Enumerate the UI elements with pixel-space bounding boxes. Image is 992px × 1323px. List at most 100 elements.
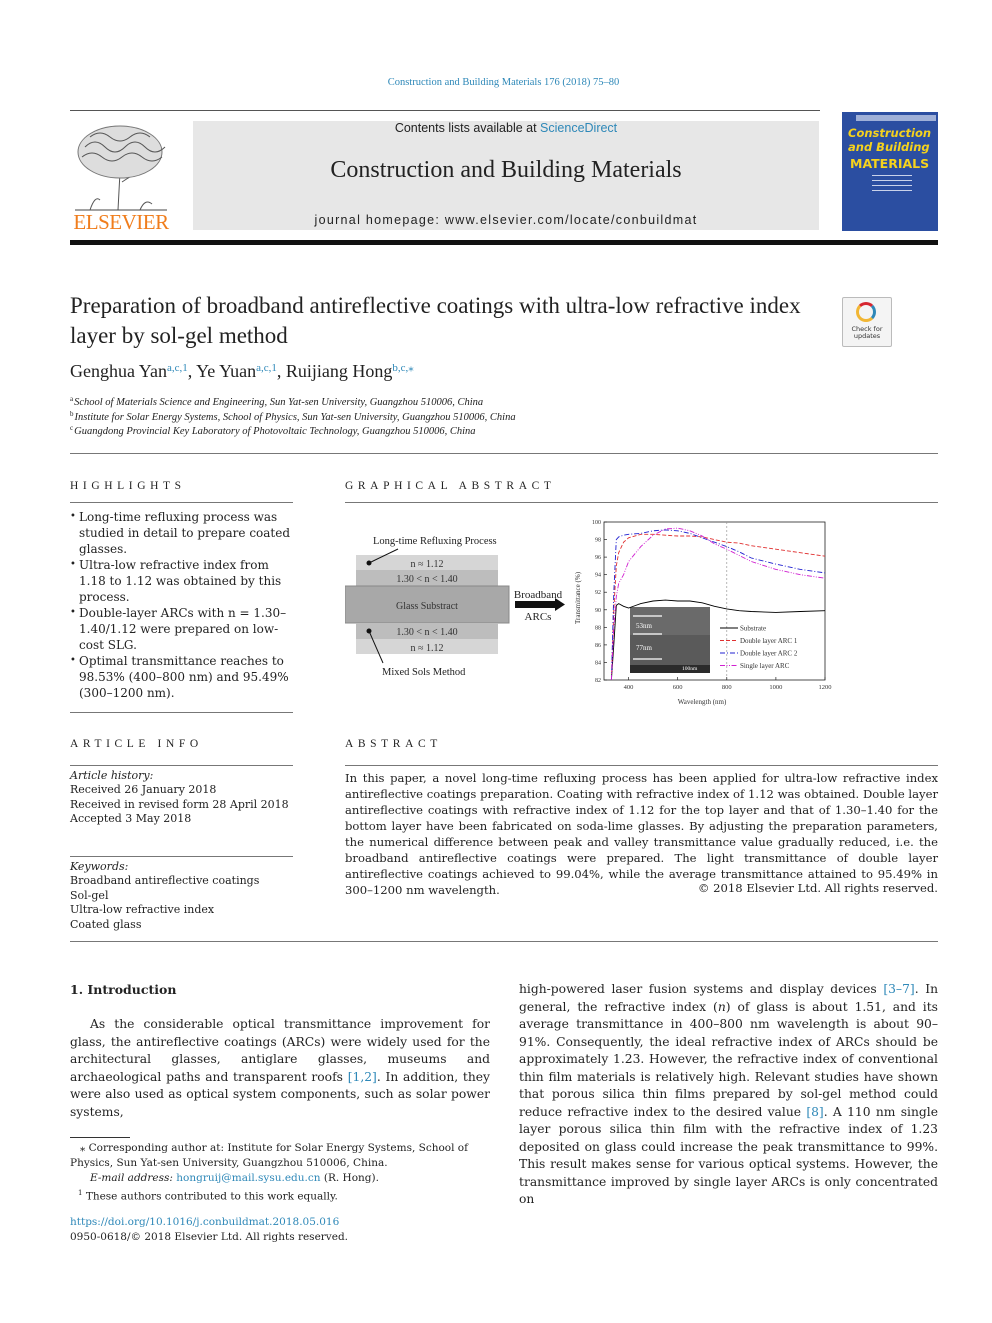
y-axis-label: Transmittance (%)	[574, 571, 582, 624]
equal-contribution-text: These authors contributed to this work e…	[85, 1190, 338, 1203]
inset-scale-bar: 100nm	[682, 666, 698, 672]
footnote-mark: 1	[78, 1189, 83, 1197]
x-tick-label: 800	[722, 684, 732, 691]
journal-homepage[interactable]: journal homepage: www.elsevier.com/locat…	[193, 213, 819, 227]
check-updates-icon	[856, 302, 876, 322]
inset-label-top: 53nm	[636, 622, 653, 630]
highlights-list: Long-time refluxing process was studied …	[70, 509, 296, 701]
abstract-copyright: © 2018 Elsevier Ltd. All rights reserved…	[697, 881, 938, 895]
x-axis-label: Wavelength (nm)	[678, 698, 727, 706]
history-received: Received 26 January 2018	[70, 783, 217, 797]
affiliation-b: bInstitute for Solar Energy Systems, Sch…	[70, 410, 516, 423]
highlight-item: Optimal transmittance reaches to 98.53% …	[70, 653, 296, 701]
highlights-heading: HIGHLIGHTS	[70, 480, 186, 492]
journal-citation[interactable]: Construction and Building Materials 176 …	[0, 77, 992, 88]
author-name[interactable]: Ye Yuan	[196, 361, 256, 381]
sciencedirect-link[interactable]: ScienceDirect	[540, 121, 617, 135]
abstract-divider	[345, 765, 938, 766]
layer-label: Glass Substract	[396, 601, 458, 612]
cover-text-lines	[872, 175, 912, 195]
y-tick-label: 88	[595, 625, 601, 631]
reference-link[interactable]: [8]	[806, 1105, 823, 1119]
y-tick-label: 82	[595, 678, 601, 684]
equal-contribution-note: 1 These authors contributed to this work…	[70, 1186, 490, 1205]
issn-copyright: 0950-0618/© 2018 Elsevier Ltd. All right…	[70, 1231, 349, 1243]
author-affil-marks[interactable]: a,c,1	[167, 362, 188, 374]
affiliation-a: aSchool of Materials Science and Enginee…	[70, 395, 484, 408]
affiliation-divider	[70, 453, 938, 454]
layer-label: 1.30 < n < 1.40	[396, 627, 457, 638]
history-label: Article history:	[70, 769, 154, 782]
author-list: Genghua Yana,c,1, Ye Yuana,c,1, Ruijiang…	[70, 361, 414, 382]
x-tick-label: 1200	[819, 684, 832, 691]
keywords: Keywords: Broadband antireflective coati…	[70, 860, 295, 932]
y-tick-label: 98	[595, 538, 601, 544]
highlight-item: Ultra-low refractive index from 1.18 to …	[70, 557, 296, 605]
inset-particles	[630, 607, 710, 635]
keyword: Coated glass	[70, 917, 142, 931]
x-tick-label: 400	[624, 684, 634, 691]
mixed-sols-label: Mixed Sols Method	[382, 667, 466, 678]
highlight-item: Long-time refluxing process was studied …	[70, 509, 296, 557]
legend-label: Double layer ARC 2	[740, 650, 798, 658]
email-link[interactable]: hongruij@mail.sysu.edu.cn	[176, 1172, 320, 1184]
affiliation-c: cGuangdong Provincial Key Laboratory of …	[70, 424, 476, 437]
cover-title: Construction and Building	[848, 126, 932, 154]
body-text: high-powered laser fusion systems and di…	[519, 982, 884, 996]
y-tick-label: 94	[595, 573, 601, 579]
layer-label: 1.30 < n < 1.40	[396, 574, 457, 585]
author-name[interactable]: Ruijiang Hong	[286, 361, 393, 381]
chart-legend: Substrate Double layer ARC 1 Double layer …	[720, 625, 798, 670]
history-accepted: Accepted 3 May 2018	[70, 812, 192, 826]
y-tick-label: 96	[595, 555, 601, 561]
highlights-bottom-divider	[70, 712, 293, 713]
refluxing-label: Long-time Refluxing Process	[373, 536, 497, 547]
article-title: Preparation of broadband antireflective …	[70, 293, 801, 348]
keywords-divider	[70, 856, 293, 857]
header-thick-divider	[70, 240, 938, 245]
article-history: Article history: Received 26 January 201…	[70, 769, 295, 827]
article-info-heading: ARTICLE INFO	[70, 738, 203, 750]
doi-link[interactable]: https://doi.org/10.1016/j.conbuildmat.20…	[70, 1216, 339, 1228]
check-for-updates-button[interactable]: Check for updates	[842, 297, 892, 347]
elsevier-wordmark[interactable]: ELSEVIER	[70, 210, 172, 235]
legend-label: Single layer ARC	[740, 662, 790, 670]
y-tick-label: 86	[595, 643, 601, 649]
x-tick-label: 1000	[769, 684, 782, 691]
x-tick-label: 600	[673, 684, 683, 691]
introduction-left-column: As the considerable optical transmittanc…	[70, 1016, 490, 1121]
graphical-abstract-heading: GRAPHICAL ABSTRACT	[345, 480, 556, 492]
author-affil-marks[interactable]: b,c,⁎	[392, 362, 413, 374]
keyword: Broadband antireflective coatings	[70, 874, 260, 888]
highlight-item: Double-layer ARCs with n = 1.30–1.40/1.1…	[70, 605, 296, 653]
inset-label-bottom: 77nm	[636, 644, 653, 652]
author-affil-marks[interactable]: a,c,1	[256, 362, 277, 374]
body-text: ) of glass is about 1.51, and its averag…	[519, 999, 938, 1119]
abstract-text: In this paper, a novel long-time refluxi…	[345, 771, 938, 897]
legend-label: Double layer ARC 1	[740, 637, 798, 645]
cover-strip	[856, 115, 936, 121]
arcs-label: ARCs	[525, 611, 552, 623]
y-tick-label: 90	[595, 608, 601, 614]
contents-prefix: Contents lists available at	[394, 121, 541, 135]
symbol-n: n	[717, 999, 726, 1014]
email-label: E-mail address:	[90, 1172, 177, 1184]
abstract-heading: ABSTRACT	[345, 738, 442, 750]
graphical-abstract-divider	[345, 502, 938, 503]
article-info-divider	[70, 765, 293, 766]
journal-name: Construction and Building Materials	[330, 157, 682, 183]
sem-inset-image: 53nm 77nm 100nm	[630, 607, 710, 673]
keyword: Ultra-low refractive index	[70, 903, 215, 917]
body-text: . A 110 nm single layer porous silica th…	[519, 1104, 938, 1207]
author-name[interactable]: Genghua Yan	[70, 361, 167, 381]
keyword: Sol-gel	[70, 888, 109, 902]
author-separator: ,	[276, 361, 286, 381]
reference-link[interactable]: [1,2]	[348, 1070, 377, 1084]
footnote-divider	[70, 1137, 130, 1138]
layer-label: n ≈ 1.12	[411, 559, 444, 570]
y-tick-label: 100	[592, 520, 601, 526]
corresponding-author-note: ⁎ Corresponding author at: Institute for…	[70, 1142, 469, 1169]
reference-link[interactable]: [3–7]	[883, 982, 914, 996]
journal-cover-thumbnail[interactable]: Construction and Building MATERIALS	[842, 112, 938, 231]
keywords-label: Keywords:	[70, 860, 129, 873]
